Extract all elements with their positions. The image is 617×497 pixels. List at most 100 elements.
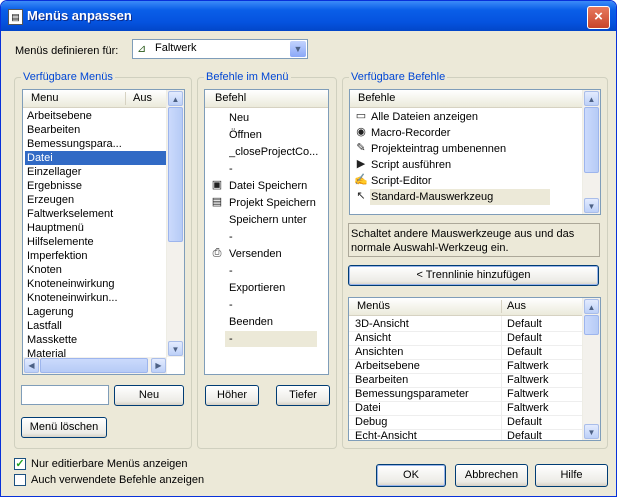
commands-in-menu-list[interactable]: Befehl Neu Öffnen _closeProjectCo... - ▣ Date… xyxy=(204,89,329,375)
only-editable-checkbox[interactable]: ✓ xyxy=(14,458,26,470)
delete-menu-button[interactable]: Menü löschen xyxy=(21,417,107,438)
list-item[interactable]: Faltwerkselement xyxy=(25,207,126,221)
table-row[interactable]: Debug xyxy=(355,415,501,429)
list-item[interactable]: Imperfektion xyxy=(25,249,126,263)
list-item[interactable]: Knoteneinwirkun... xyxy=(25,291,126,305)
move-down-button[interactable]: Tiefer xyxy=(276,385,330,406)
chevron-down-icon[interactable]: ▼ xyxy=(290,41,306,57)
scroll-thumb[interactable] xyxy=(168,107,183,242)
scroll-left-icon[interactable]: ◀ xyxy=(24,358,39,373)
list-item[interactable]: Datei xyxy=(25,151,126,165)
new-button[interactable]: Neu xyxy=(114,385,184,406)
ok-button[interactable]: OK xyxy=(376,464,446,487)
menus-table-vscroll[interactable]: ▲ ▼ xyxy=(582,298,600,440)
list-item[interactable]: Lastfall xyxy=(25,319,126,333)
list-item[interactable]: Masskette xyxy=(25,333,126,347)
table-cell-aus: Faltwerk xyxy=(507,402,549,414)
table-row[interactable]: Bemessungsparameter xyxy=(355,387,501,401)
available-command-item[interactable]: Projekteintrag umbenennen xyxy=(371,142,571,156)
available-command-item[interactable]: Script-Editor xyxy=(371,174,571,188)
script-editor-icon: ✍ xyxy=(354,174,368,186)
available-command-item[interactable]: Macro-Recorder xyxy=(371,126,571,140)
scroll-right-icon[interactable]: ▶ xyxy=(151,358,166,373)
table-row[interactable]: Ansicht xyxy=(355,331,501,345)
command-item[interactable]: Neu xyxy=(229,111,325,125)
list-item[interactable]: Hilfselemente xyxy=(25,235,126,249)
menus-vscroll[interactable]: ▲ ▼ xyxy=(166,90,184,357)
scroll-thumb[interactable] xyxy=(584,315,599,335)
table-row[interactable]: Arbeitsebene xyxy=(355,359,501,373)
table-row[interactable]: 3D-Ansicht xyxy=(355,317,501,331)
command-item[interactable]: Projekt Speichern xyxy=(229,196,325,210)
available-commands-list[interactable]: Befehle ▭ Alle Dateien anzeigen ◉ Macro-Rec… xyxy=(349,89,601,215)
cancel-button[interactable]: Abbrechen xyxy=(455,464,528,487)
define-combo[interactable]: ⊿ Faltwerk ▼ xyxy=(132,39,308,59)
command-item[interactable]: Speichern unter xyxy=(229,213,325,227)
list-item[interactable]: Arbeitsebene xyxy=(25,109,126,123)
col-befehl-header[interactable]: Befehl xyxy=(215,92,246,104)
table-row[interactable]: Echt-Ansicht xyxy=(355,429,501,440)
move-up-button[interactable]: Höher xyxy=(205,385,259,406)
list-item[interactable]: Hauptmenü xyxy=(25,221,126,235)
table-cell-aus: Default xyxy=(507,332,542,344)
list-item[interactable]: Einzellager xyxy=(25,165,126,179)
command-item[interactable]: Öffnen xyxy=(229,128,325,142)
available-command-item[interactable]: Standard-Mauswerkzeug xyxy=(371,190,571,204)
list-item-aus[interactable] xyxy=(126,151,166,165)
scroll-down-icon[interactable]: ▼ xyxy=(168,341,183,356)
scroll-up-icon[interactable]: ▲ xyxy=(584,299,599,314)
recorder-icon: ◉ xyxy=(356,126,366,138)
scroll-down-icon[interactable]: ▼ xyxy=(584,198,599,213)
col-aus-header[interactable]: Aus xyxy=(507,300,526,312)
commands-list-header: Befehl xyxy=(205,90,328,108)
dialog-window: ▤ Menüs anpassen × Menüs definieren für:… xyxy=(0,0,617,497)
available-command-item[interactable]: Script ausführen xyxy=(371,158,571,172)
col-aus-header[interactable]: Aus xyxy=(133,92,152,104)
save-icon: ▣ xyxy=(211,179,223,191)
command-item[interactable]: - xyxy=(229,230,325,244)
list-item[interactable]: Bearbeiten xyxy=(25,123,126,137)
list-item[interactable]: Erzeugen xyxy=(25,193,126,207)
list-item[interactable]: Bemessungspara... xyxy=(25,137,126,151)
command-item[interactable]: - xyxy=(229,162,325,176)
scroll-down-icon[interactable]: ▼ xyxy=(584,424,599,439)
title-bar[interactable]: ▤ Menüs anpassen × xyxy=(1,1,616,31)
new-menu-input[interactable] xyxy=(21,385,109,405)
hscroll-thumb[interactable] xyxy=(40,358,148,373)
show-used-checkbox[interactable] xyxy=(14,474,26,486)
col-divider xyxy=(501,300,502,313)
menus-hscroll[interactable]: ◀ ▶ xyxy=(23,357,167,374)
command-item[interactable]: Exportieren xyxy=(229,281,325,295)
col-divider xyxy=(501,316,502,440)
close-button[interactable]: × xyxy=(587,6,610,29)
list-item[interactable]: Knoteneinwirkung xyxy=(25,277,126,291)
command-item[interactable]: Beenden xyxy=(229,315,325,329)
table-row[interactable]: Bearbeiten xyxy=(355,373,501,387)
col-befehle-header[interactable]: Befehle xyxy=(358,92,395,104)
available-commands-vscroll[interactable]: ▲ ▼ xyxy=(582,90,600,214)
help-button[interactable]: Hilfe xyxy=(535,464,608,487)
col-menues-header[interactable]: Menüs xyxy=(357,300,390,312)
command-item[interactable]: Datei Speichern xyxy=(229,179,325,193)
menus-table[interactable]: Menüs Aus 3D-Ansicht Default Ansicht Defaul… xyxy=(348,297,601,441)
table-cell-aus: Faltwerk xyxy=(507,360,549,372)
list-item[interactable]: Knoten xyxy=(25,263,126,277)
command-item[interactable]: - xyxy=(229,332,325,346)
command-item[interactable]: Versenden xyxy=(229,247,325,261)
menus-list-header: Menu Aus xyxy=(23,90,166,108)
scroll-thumb[interactable] xyxy=(584,107,599,173)
list-item[interactable]: Lagerung xyxy=(25,305,126,319)
table-row[interactable]: Datei xyxy=(355,401,501,415)
scroll-up-icon[interactable]: ▲ xyxy=(168,91,183,106)
add-separator-button[interactable]: < Trennlinie hinzufügen xyxy=(348,265,599,286)
available-menus-list[interactable]: Menu Aus Arbeitsebene Bearbeiten Bemessung… xyxy=(22,89,185,375)
col-menu-header[interactable]: Menu xyxy=(31,92,59,104)
command-item[interactable]: _closeProjectCo... xyxy=(229,145,325,159)
scroll-up-icon[interactable]: ▲ xyxy=(584,91,599,106)
command-item[interactable]: - xyxy=(229,298,325,312)
available-command-item[interactable]: Alle Dateien anzeigen xyxy=(371,110,571,124)
list-item[interactable]: Ergebnisse xyxy=(25,179,126,193)
col-divider xyxy=(125,92,126,105)
command-item[interactable]: - xyxy=(229,264,325,278)
table-row[interactable]: Ansichten xyxy=(355,345,501,359)
